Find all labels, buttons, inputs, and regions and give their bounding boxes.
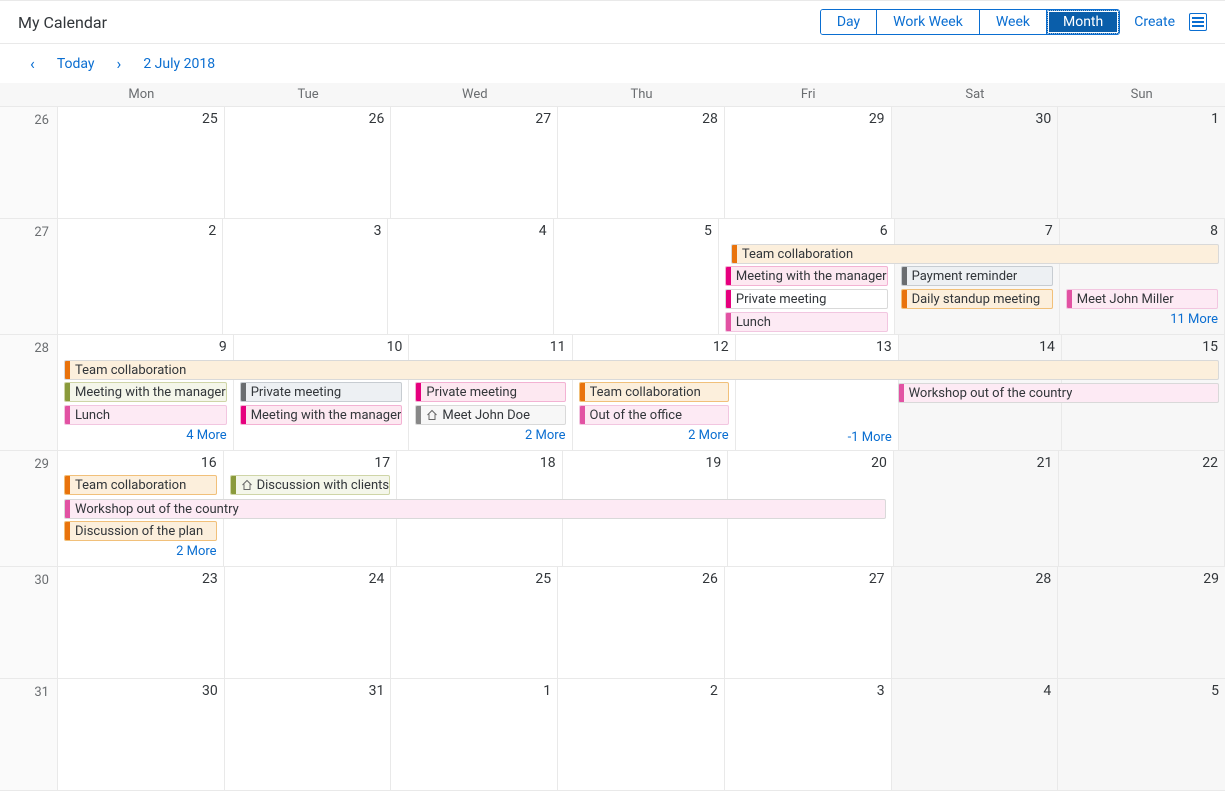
event[interactable]: Out of the office bbox=[579, 405, 729, 425]
next-icon[interactable]: › bbox=[117, 54, 122, 73]
event[interactable]: Meet John Doe bbox=[415, 405, 565, 425]
nav-toolbar: ‹ Today › 2 July 2018 bbox=[0, 44, 1225, 83]
event[interactable]: Discussion with clients bbox=[230, 475, 391, 495]
day-cell[interactable]: 2 bbox=[58, 219, 223, 334]
prev-icon[interactable]: ‹ bbox=[30, 54, 35, 73]
dayhead-mon: Mon bbox=[58, 83, 225, 106]
event-span[interactable]: Workshop out of the country bbox=[64, 499, 886, 519]
more-link[interactable]: 2 More bbox=[64, 544, 217, 559]
day-cell[interactable]: 24 bbox=[225, 567, 392, 678]
event[interactable]: Team collaboration bbox=[579, 382, 729, 402]
event[interactable]: Private meeting bbox=[725, 289, 888, 309]
day-cell[interactable]: 12 Team collaboration Out of the office … bbox=[573, 335, 736, 450]
dayhead-sun: Sun bbox=[1058, 83, 1225, 106]
day-header-row: Mon Tue Wed Thu Fri Sat Sun bbox=[0, 83, 1225, 107]
event-span[interactable]: Team collaboration bbox=[731, 244, 1219, 264]
week-row: 29 16 Team collaboration Discussion of t… bbox=[0, 451, 1225, 567]
day-cell[interactable]: 3 bbox=[223, 219, 388, 334]
event[interactable]: Lunch bbox=[64, 405, 227, 425]
day-cell[interactable]: 25 bbox=[391, 567, 558, 678]
more-link[interactable]: 2 More bbox=[579, 428, 729, 443]
dayhead-thu: Thu bbox=[558, 83, 725, 106]
day-cell[interactable]: 5 bbox=[554, 219, 719, 334]
week-row: 30 23 24 25 26 27 28 29 bbox=[0, 567, 1225, 679]
event[interactable]: Meeting with the manager bbox=[64, 382, 227, 402]
day-cell[interactable]: 28 bbox=[558, 107, 725, 218]
day-cell[interactable]: 8 Meet John Miller 11 More bbox=[1060, 219, 1225, 334]
dayhead-fri: Fri bbox=[725, 83, 892, 106]
event[interactable]: Payment reminder bbox=[901, 266, 1053, 286]
day-cell[interactable]: 30 bbox=[58, 679, 225, 790]
day-cell[interactable]: 11 Private meeting Meet John Doe 2 More bbox=[409, 335, 572, 450]
week-number: 28 bbox=[0, 335, 58, 450]
event[interactable]: Team collaboration bbox=[64, 475, 217, 495]
dayhead-tue: Tue bbox=[225, 83, 392, 106]
day-cell[interactable]: 23 bbox=[58, 567, 225, 678]
week-number: 30 bbox=[0, 567, 58, 678]
legend-icon[interactable] bbox=[1189, 13, 1207, 31]
day-cell[interactable]: 28 bbox=[892, 567, 1059, 678]
week-row: 26 25 26 27 28 29 30 1 bbox=[0, 107, 1225, 219]
day-cell[interactable]: 26 bbox=[558, 567, 725, 678]
day-cell[interactable]: 1 bbox=[391, 679, 558, 790]
day-cell[interactable]: 27 bbox=[725, 567, 892, 678]
more-link[interactable]: -1 More bbox=[742, 430, 892, 445]
date-picker[interactable]: 2 July 2018 bbox=[143, 56, 215, 72]
day-cell[interactable]: 2 bbox=[558, 679, 725, 790]
day-cell[interactable]: 26 bbox=[225, 107, 392, 218]
day-cell[interactable]: 1 bbox=[1058, 107, 1225, 218]
event[interactable]: Private meeting bbox=[415, 382, 565, 402]
more-link[interactable]: 4 More bbox=[64, 428, 227, 443]
event-span[interactable]: Workshop out of the country bbox=[898, 383, 1219, 403]
week-number: 31 bbox=[0, 679, 58, 790]
more-link[interactable]: 11 More bbox=[1066, 312, 1218, 327]
view-month[interactable]: Month bbox=[1047, 10, 1119, 34]
day-cell[interactable]: 21 bbox=[894, 451, 1060, 566]
event-span[interactable]: Team collaboration bbox=[64, 360, 1219, 380]
day-cell[interactable]: 25 bbox=[58, 107, 225, 218]
week-row: 27 2 3 4 5 6 Meeting with the manager Pr… bbox=[0, 219, 1225, 335]
view-week[interactable]: Week bbox=[980, 10, 1047, 34]
day-cell[interactable]: 4 bbox=[892, 679, 1059, 790]
day-cell[interactable]: 31 bbox=[225, 679, 392, 790]
event[interactable]: Discussion of the plan bbox=[64, 521, 217, 541]
day-cell[interactable]: 27 bbox=[391, 107, 558, 218]
event[interactable]: Meeting with the manager bbox=[725, 266, 888, 286]
day-cell[interactable]: 5 bbox=[1058, 679, 1225, 790]
day-cell[interactable]: 30 bbox=[892, 107, 1059, 218]
dayhead-sat: Sat bbox=[892, 83, 1059, 106]
view-workweek[interactable]: Work Week bbox=[877, 10, 980, 34]
week-number: 27 bbox=[0, 219, 58, 334]
day-cell[interactable]: 22 bbox=[1059, 451, 1225, 566]
week-row: 31 30 31 1 2 3 4 5 bbox=[0, 679, 1225, 791]
day-cell[interactable]: 10 Private meeting Meeting with the mana… bbox=[234, 335, 410, 450]
event[interactable]: Lunch bbox=[725, 312, 888, 332]
event[interactable]: Meeting with the manager bbox=[240, 405, 403, 425]
week-number: 29 bbox=[0, 451, 58, 566]
view-day[interactable]: Day bbox=[821, 10, 877, 34]
day-cell[interactable]: 4 bbox=[388, 219, 553, 334]
create-button[interactable]: Create bbox=[1134, 14, 1175, 30]
home-icon bbox=[426, 409, 438, 421]
more-link[interactable]: 2 More bbox=[415, 428, 565, 443]
week-number: 26 bbox=[0, 107, 58, 218]
day-cell[interactable]: 29 bbox=[1058, 567, 1225, 678]
today-button[interactable]: Today bbox=[57, 56, 95, 72]
day-cell[interactable]: 6 Meeting with the manager Private meeti… bbox=[719, 219, 895, 334]
day-cell[interactable]: 3 bbox=[725, 679, 892, 790]
week-row: 28 9 Meeting with the manager Lunch 4 Mo… bbox=[0, 335, 1225, 451]
event[interactable]: Daily standup meeting bbox=[901, 289, 1053, 309]
day-cell[interactable]: 29 bbox=[725, 107, 892, 218]
day-cell[interactable]: 9 Meeting with the manager Lunch 4 More bbox=[58, 335, 234, 450]
home-icon bbox=[241, 479, 253, 491]
day-cell[interactable]: 7 Payment reminder Daily standup meeting bbox=[895, 219, 1060, 334]
event[interactable]: Private meeting bbox=[240, 382, 403, 402]
page-title: My Calendar bbox=[18, 13, 107, 32]
event[interactable]: Meet John Miller bbox=[1066, 289, 1218, 309]
dayhead-wed: Wed bbox=[391, 83, 558, 106]
view-switcher: Day Work Week Week Month bbox=[820, 9, 1120, 35]
day-cell[interactable]: 13 -1 More bbox=[736, 335, 899, 450]
